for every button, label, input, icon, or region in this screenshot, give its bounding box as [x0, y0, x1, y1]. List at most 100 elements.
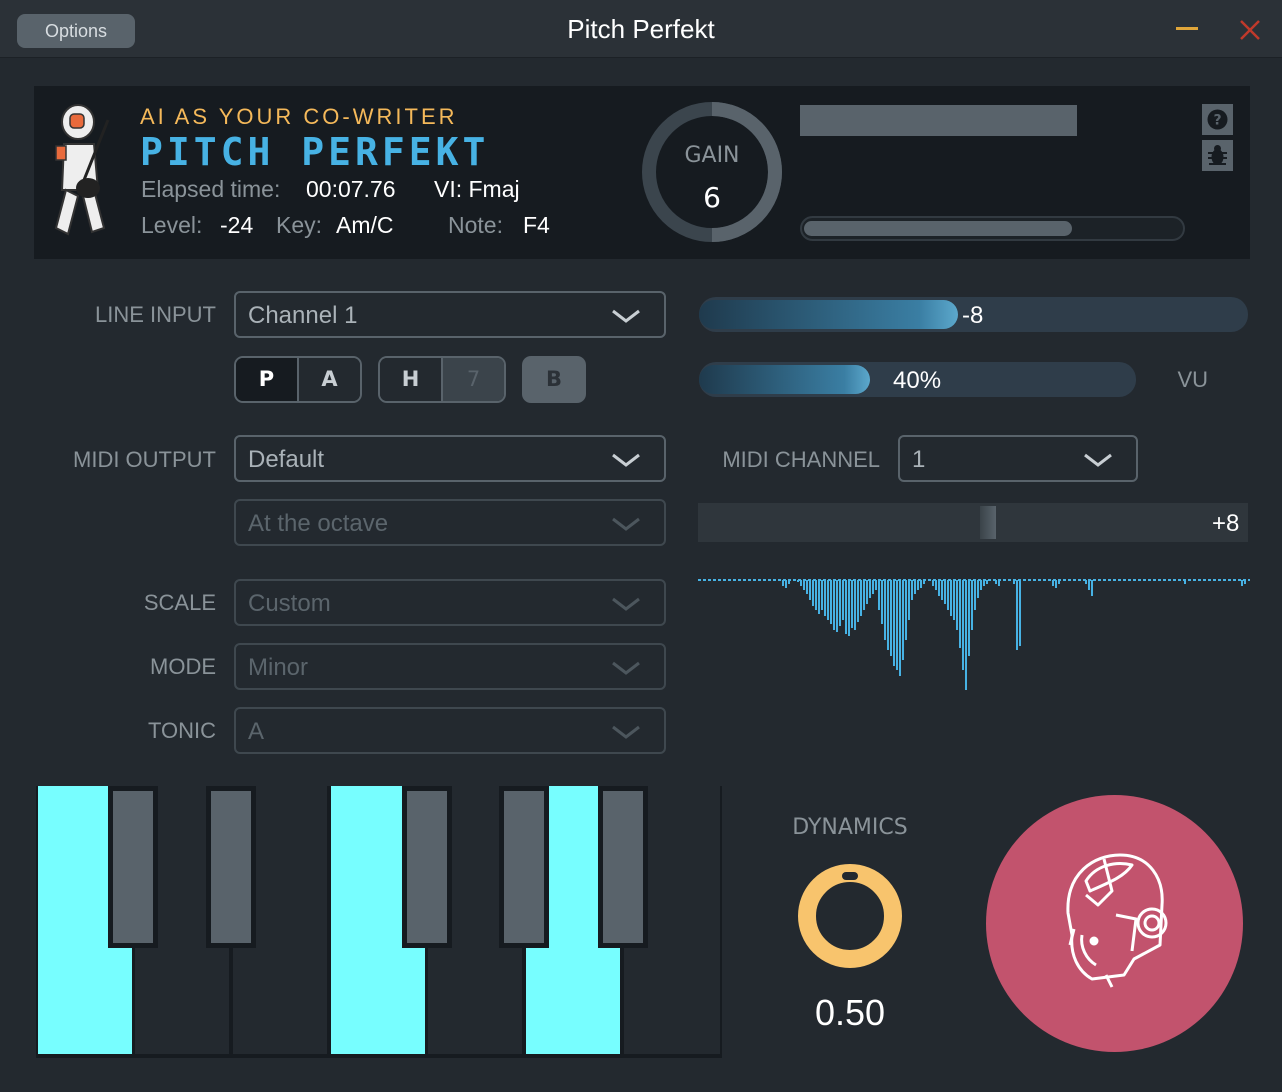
- spectrum-bar: [941, 580, 943, 600]
- spectrum-bar: [890, 580, 892, 656]
- octave-value: At the octave: [248, 510, 389, 537]
- gain-value: 6: [703, 181, 721, 214]
- midi-channel-dropdown[interactable]: 1: [898, 435, 1138, 482]
- level-label: Level:: [141, 212, 203, 238]
- spectrum-bar: [968, 580, 970, 656]
- spectrum-bar: [824, 580, 826, 616]
- spectrum-bar: [923, 580, 925, 584]
- mode-label: MODE: [150, 654, 216, 679]
- spectrum-bar: [812, 580, 814, 606]
- spectrum-bar: [956, 580, 958, 630]
- spectrum-bar: [1052, 580, 1054, 586]
- spectrum-bar: [1013, 580, 1015, 584]
- spectrum-bar: [884, 580, 886, 640]
- midi-output-value: Default: [248, 446, 325, 473]
- spectrum-bar: [974, 580, 976, 610]
- spectrum-bar: [1241, 580, 1243, 586]
- spectrum-bar: [1058, 580, 1060, 584]
- spectrum-bar: [935, 580, 937, 590]
- spectrum-bar: [785, 580, 787, 588]
- options-button[interactable]: Options: [17, 14, 135, 48]
- dynamics-value: 0.50: [814, 992, 886, 1033]
- help-icon[interactable]: ?: [1202, 104, 1233, 135]
- spectrum-bar: [809, 580, 811, 600]
- piano-keyboard[interactable]: [36, 786, 722, 1058]
- record-button[interactable]: [986, 795, 1243, 1052]
- gain-knob[interactable]: [641, 101, 783, 243]
- elapsed-value: 00:07.76: [306, 176, 396, 202]
- spectrum-bar: [788, 580, 790, 584]
- spectrum-bar: [845, 580, 847, 634]
- spectrum-bar: [848, 580, 850, 636]
- pitch-spectrum: [698, 579, 1250, 690]
- midi-channel-value: 1: [912, 446, 926, 473]
- level-value: -24: [220, 212, 254, 238]
- midi-channel-label: MIDI CHANNEL: [722, 447, 880, 472]
- spectrum-bar: [947, 580, 949, 610]
- a-button[interactable]: A: [299, 358, 360, 401]
- spectrum-bar: [986, 580, 988, 584]
- midi-output-label: MIDI OUTPUT: [73, 447, 216, 472]
- spectrum-bar: [902, 580, 904, 660]
- robot-head-icon: [1066, 853, 1168, 988]
- note-label: Note:: [448, 212, 503, 238]
- seven-button[interactable]: 7: [443, 358, 504, 401]
- chevron-down-icon: [612, 597, 640, 611]
- spectrum-bar: [962, 580, 964, 670]
- spectrum-bar: [905, 580, 907, 640]
- percent-fill: [699, 365, 870, 394]
- scale-dropdown[interactable]: Custom: [234, 579, 666, 626]
- spectrum-bar: [854, 580, 856, 630]
- mode-dropdown[interactable]: Minor: [234, 643, 666, 690]
- h7-toggle-group: H 7: [378, 356, 506, 403]
- line-input-value: Channel 1: [248, 302, 358, 329]
- status-display: [800, 105, 1077, 136]
- chevron-down-icon: [612, 725, 640, 739]
- spectrum-bar: [836, 580, 838, 632]
- dynamics-knob[interactable]: [796, 862, 904, 970]
- vu-label: VU: [1177, 367, 1208, 392]
- spectrum-bar: [797, 580, 799, 582]
- chevron-down-icon: [612, 309, 640, 323]
- spectrum-bar: [965, 580, 967, 690]
- octave-dropdown[interactable]: At the octave: [234, 499, 666, 546]
- spectrum-bar: [869, 580, 871, 598]
- spectrum-bar: [1091, 580, 1093, 596]
- spectrum-bar: [950, 580, 952, 616]
- spectrum-bar: [1085, 580, 1087, 584]
- pitch-bend-marker: [980, 506, 996, 539]
- scale-value: Custom: [248, 590, 331, 617]
- line-input-label: LINE INPUT: [94, 302, 216, 327]
- bug-icon[interactable]: [1202, 140, 1233, 171]
- p-button[interactable]: P: [236, 358, 299, 401]
- line-input-dropdown[interactable]: Channel 1: [234, 291, 666, 338]
- spectrum-bar: [872, 580, 874, 594]
- spectrum-bar: [893, 580, 895, 666]
- spectrum-bar: [851, 580, 853, 628]
- h-button[interactable]: H: [380, 358, 443, 401]
- tonic-dropdown[interactable]: A: [234, 707, 666, 754]
- title-bar: [0, 0, 1282, 58]
- spectrum-bar: [944, 580, 946, 604]
- spectrum-bar: [821, 580, 823, 610]
- spectrum-bar: [932, 580, 934, 586]
- close-icon[interactable]: [1238, 18, 1262, 42]
- b-button[interactable]: B: [522, 356, 586, 403]
- spectrum-bar: [896, 580, 898, 670]
- spectrum-bar: [818, 580, 820, 614]
- spectrum-bar: [842, 580, 844, 620]
- spectrum-bar: [959, 580, 961, 648]
- minimize-icon[interactable]: [1176, 27, 1198, 30]
- midi-output-dropdown[interactable]: Default: [234, 435, 666, 482]
- key-value: Am/C: [336, 212, 394, 238]
- gain-label: GAIN: [684, 143, 740, 168]
- pitch-bend-bar[interactable]: [698, 503, 1248, 542]
- spectrum-bar: [911, 580, 913, 600]
- spectrum-bar: [920, 580, 922, 588]
- chevron-down-icon: [612, 517, 640, 531]
- spectrum-bar: [827, 580, 829, 620]
- tagline: AI AS YOUR CO-WRITER: [140, 104, 458, 129]
- spectrum-bar: [908, 580, 910, 620]
- line-level-value: -8: [962, 302, 984, 329]
- spectrum-bar: [977, 580, 979, 598]
